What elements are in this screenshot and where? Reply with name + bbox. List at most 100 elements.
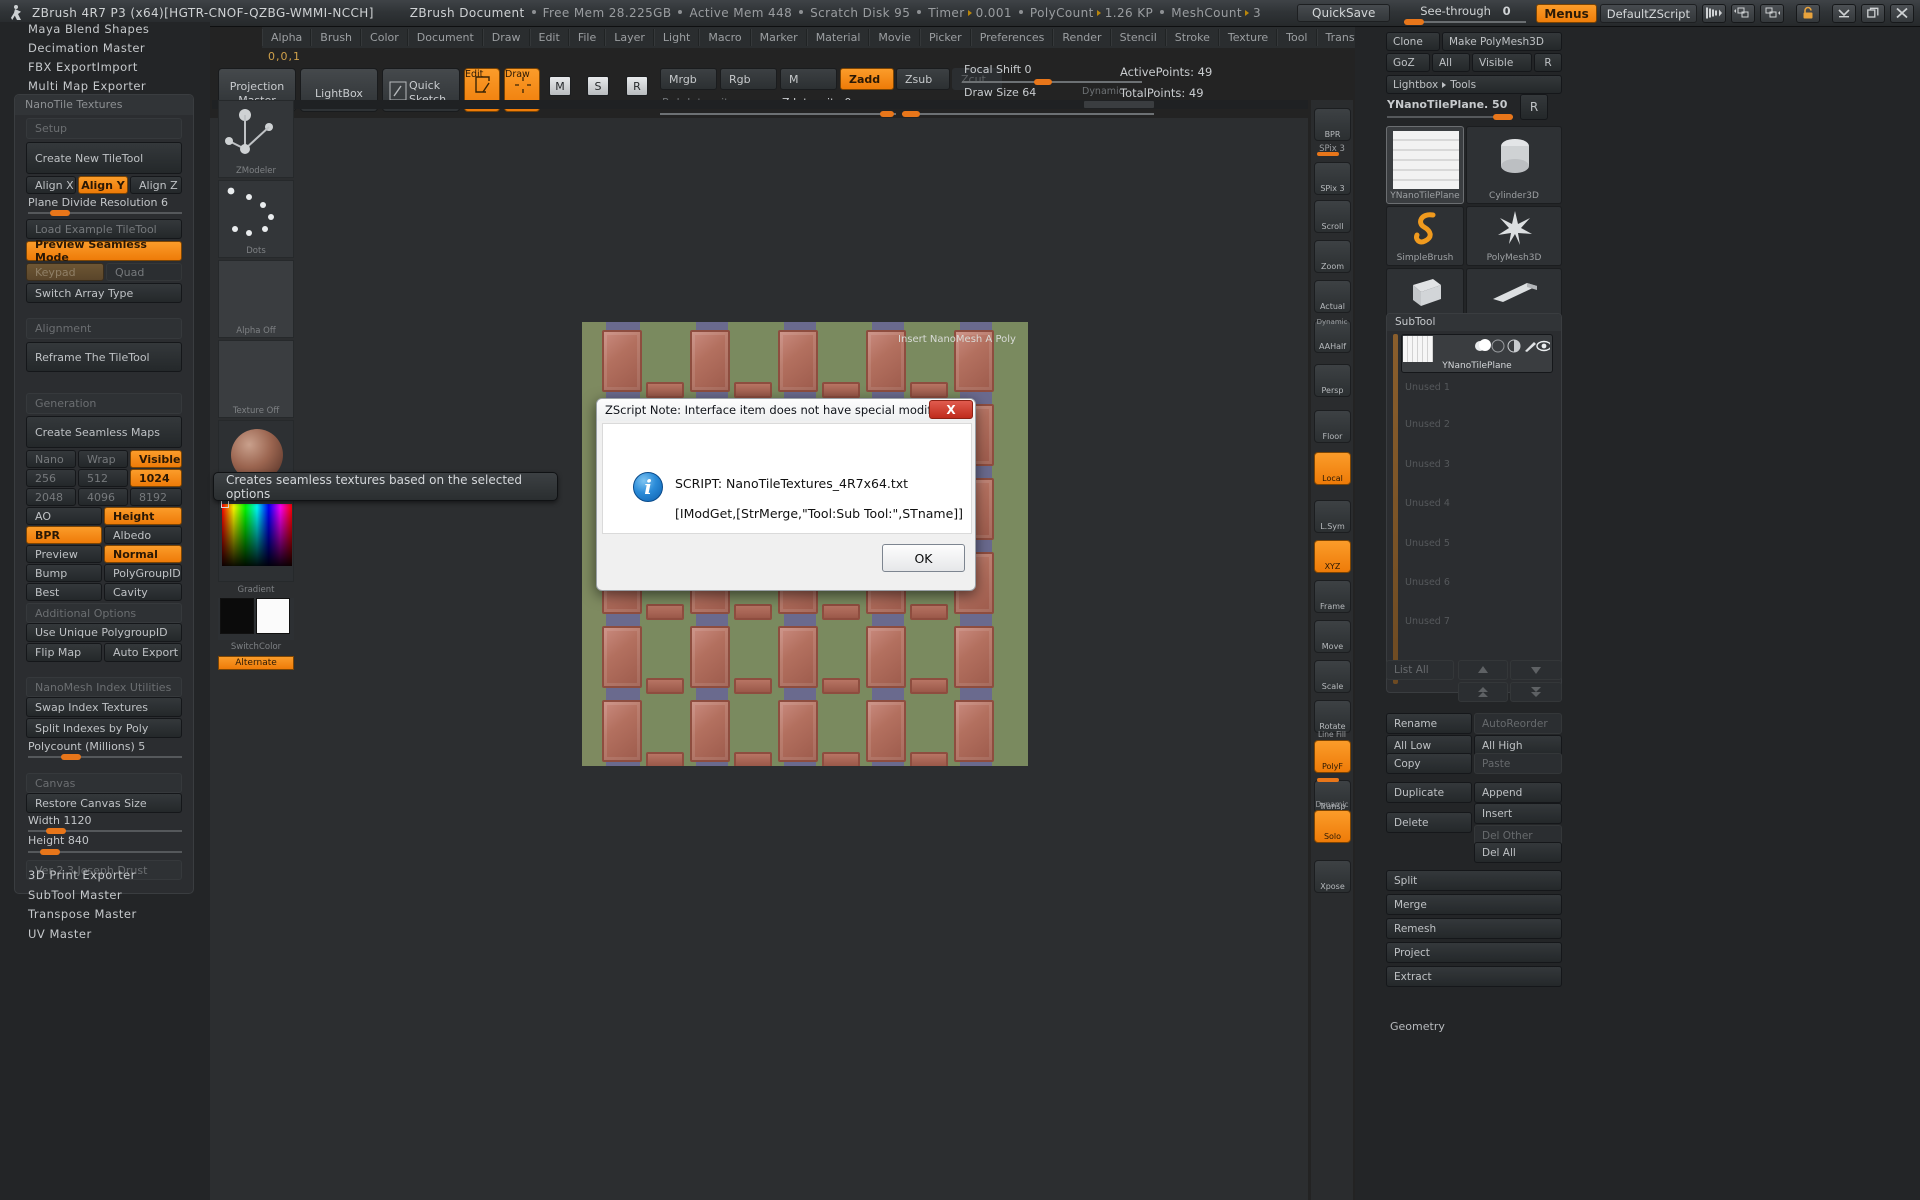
paste-button[interactable]: Paste [1474, 753, 1562, 774]
rail-button-xyz[interactable]: XYZ [1314, 540, 1351, 573]
tool-scale-track[interactable] [1387, 116, 1513, 118]
menu-item-edit[interactable]: Edit [530, 29, 569, 46]
create-new-tiletool-button[interactable]: Create New TileTool [26, 142, 182, 174]
lightbox-tools-button[interactable]: Lightbox Tools [1386, 75, 1562, 94]
make-polymesh3d-button[interactable]: Make PolyMesh3D [1442, 32, 1562, 51]
minimize-icon[interactable] [1832, 4, 1856, 23]
menu-item-color[interactable]: Color [361, 29, 408, 46]
m-button[interactable]: M [780, 68, 837, 90]
align-x-button[interactable]: Align X [26, 176, 76, 194]
subtool-row[interactable]: Unused 4 [1405, 498, 1555, 509]
see-through-track[interactable] [1404, 21, 1526, 23]
use-unique-polygroupid-button[interactable]: Use Unique PolygroupID [26, 623, 182, 642]
plugin-fbx-exportimport[interactable]: FBX ExportImport [28, 60, 138, 74]
move-top-button[interactable] [1458, 682, 1508, 702]
lock-icon[interactable] [1796, 4, 1820, 23]
copy-button[interactable]: Copy [1386, 753, 1472, 774]
plugin-uv-master[interactable]: UV Master [28, 927, 92, 941]
focal-shift-track[interactable] [962, 81, 1142, 83]
switch-array-type-button[interactable]: Switch Array Type [26, 283, 182, 303]
shelf-dots[interactable]: Dots [218, 180, 294, 258]
rail-button-bpr[interactable]: BPR [1314, 108, 1351, 141]
menu-item-stroke[interactable]: Stroke [1166, 29, 1219, 46]
rail-button-polyf[interactable]: PolyF [1314, 740, 1351, 773]
rgb-button[interactable]: Rgb [720, 68, 777, 90]
see-through-knob[interactable] [1404, 19, 1424, 25]
height-button[interactable]: Height [104, 507, 182, 525]
layers-icon[interactable] [1731, 4, 1755, 23]
ao-button[interactable]: AO [26, 507, 102, 525]
restore-icon[interactable] [1861, 4, 1885, 23]
plugin-decimation-master[interactable]: Decimation Master [28, 41, 145, 55]
canvas-scrollbar[interactable] [212, 100, 1308, 109]
nano-button[interactable]: Nano [26, 450, 76, 468]
rail-button-local[interactable]: Local [1314, 452, 1351, 485]
menu-item-macro[interactable]: Macro [699, 29, 750, 46]
project-button[interactable]: Project [1386, 942, 1562, 963]
polygroupid-button[interactable]: PolyGroupID [104, 564, 182, 582]
plugin-subtool-master[interactable]: SubTool Master [28, 888, 122, 902]
menus-button[interactable]: Menus [1536, 4, 1596, 23]
width-track[interactable] [28, 830, 182, 832]
dialog-title-bar[interactable]: ZScript Note: Interface item does not ha… [597, 399, 975, 421]
polycount-track[interactable] [28, 756, 182, 758]
rail-button-l-sym[interactable]: L.Sym [1314, 500, 1351, 533]
menu-item-stencil[interactable]: Stencil [1111, 29, 1166, 46]
flip-map-button[interactable]: Flip Map [26, 643, 102, 662]
res-256-button[interactable]: 256 [26, 469, 76, 487]
rename-button[interactable]: Rename [1386, 713, 1472, 734]
align-y-button[interactable]: Align Y [78, 176, 128, 194]
align-z-button[interactable]: Align Z [130, 176, 182, 194]
tool-thumb-ynanotileplane[interactable]: YNanoTilePlane [1386, 126, 1464, 204]
create-seamless-maps-button[interactable]: Create Seamless Maps [26, 416, 182, 448]
tool-thumb-cylinder3d[interactable]: Cylinder3D [1466, 126, 1562, 204]
extract-button[interactable]: Extract [1386, 966, 1562, 987]
plane-divide-knob[interactable] [50, 210, 70, 216]
menu-item-tool[interactable]: Tool [1277, 29, 1316, 46]
move-down-button[interactable] [1510, 660, 1562, 680]
delete-button[interactable]: Delete [1386, 812, 1472, 833]
rail-button-floor[interactable]: Floor [1314, 410, 1351, 443]
dialog-close-button[interactable]: X [929, 400, 973, 419]
canvas-scrollbar-thumb[interactable] [1084, 101, 1154, 108]
insert-button[interactable]: Insert [1474, 803, 1562, 824]
shelf-switchcolor[interactable]: SwitchColor [218, 598, 294, 640]
clone-button[interactable]: Clone [1386, 32, 1440, 51]
close-icon[interactable] [1890, 4, 1914, 23]
wrap-button[interactable]: Wrap [78, 450, 128, 468]
menu-item-document[interactable]: Document [408, 29, 483, 46]
visible-button[interactable]: Visible [130, 450, 182, 468]
albedo-button[interactable]: Albedo [104, 526, 182, 544]
menu-item-texture[interactable]: Texture [1219, 29, 1277, 46]
color-picker-swatch[interactable] [222, 504, 292, 566]
bump-button[interactable]: Bump [26, 564, 102, 582]
dialog-ok-button[interactable]: OK [882, 544, 965, 572]
quad-button[interactable]: Quad [106, 263, 182, 281]
r-button[interactable]: R [1534, 53, 1562, 72]
focal-shift-knob[interactable] [1034, 79, 1052, 85]
all-button[interactable]: All [1432, 53, 1470, 72]
subtool-row[interactable]: Unused 7 [1405, 616, 1555, 627]
plugin-transpose-master[interactable]: Transpose Master [28, 907, 137, 921]
preview-button[interactable]: Preview [26, 545, 102, 563]
tool-r-button[interactable]: R [1520, 94, 1548, 120]
res-1024-button[interactable]: 1024 [130, 469, 182, 487]
z-intensity-knob[interactable] [902, 111, 920, 117]
zadd-button[interactable]: Zadd [840, 68, 894, 90]
menu-item-marker[interactable]: Marker [751, 29, 807, 46]
rail-button-scale[interactable]: Scale [1314, 660, 1351, 693]
reframe-the-tiletool-button[interactable]: Reframe The TileTool [26, 342, 182, 372]
zscript-note-dialog[interactable]: ZScript Note: Interface item does not ha… [596, 398, 976, 591]
menu-item-light[interactable]: Light [654, 29, 699, 46]
shelf-texture-off[interactable]: Texture Off [218, 340, 294, 418]
sliders-icon[interactable] [1702, 4, 1726, 23]
tool-thumb-polymesh3d[interactable]: PolyMesh3D [1466, 206, 1562, 266]
plugin-3d-print-exporter[interactable]: 3D Print Exporter [28, 868, 136, 882]
rail-button-frame[interactable]: Frame [1314, 580, 1351, 613]
merge-button[interactable]: Merge [1386, 894, 1562, 915]
shelf-alpha-off[interactable]: Alpha Off [218, 260, 294, 338]
res-2048-button[interactable]: 2048 [26, 488, 76, 506]
shelf-alternate[interactable]: Alternate [218, 656, 294, 670]
subtool-row[interactable]: Unused 1 [1405, 382, 1555, 393]
bpr-button[interactable]: BPR [26, 526, 102, 544]
